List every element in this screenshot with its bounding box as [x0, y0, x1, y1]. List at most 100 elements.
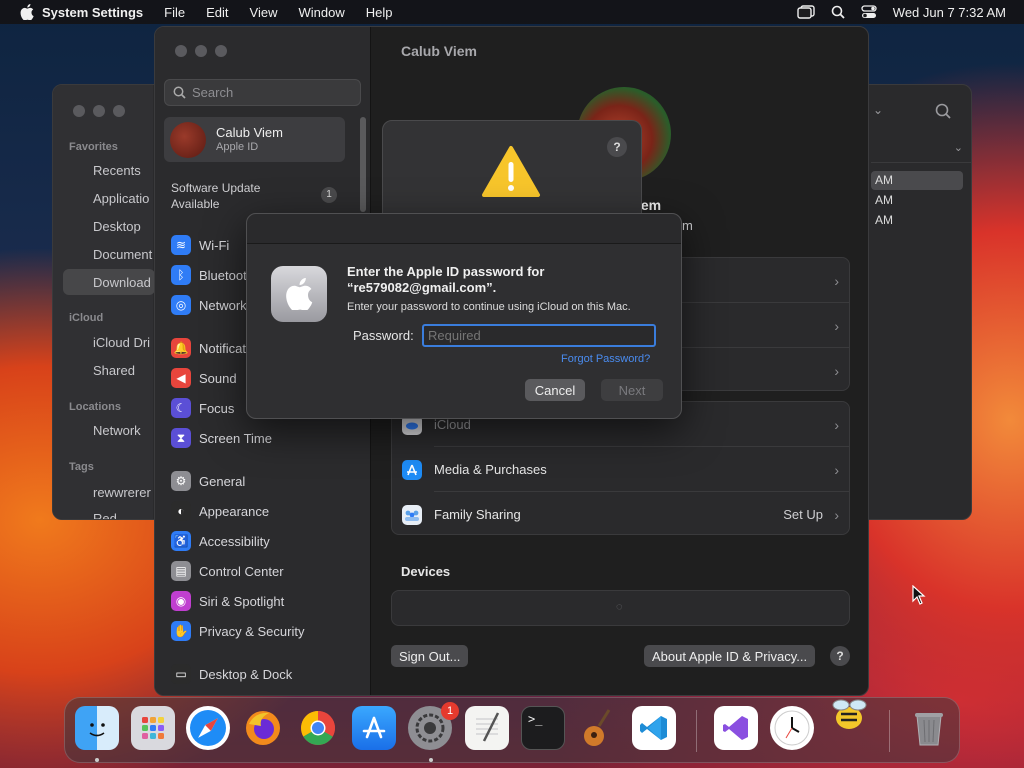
sidebar-item-focus[interactable]: ☾ Focus	[171, 397, 234, 419]
vscode-dock-icon[interactable]	[632, 706, 676, 750]
chrome-dock-icon[interactable]	[296, 706, 340, 750]
sidebar-item-desktop-dock[interactable]: ▭ Desktop & Dock	[171, 663, 292, 685]
finder-item-downloads[interactable]: Download	[93, 275, 151, 290]
finder-item-network[interactable]: Network	[93, 423, 141, 438]
next-button[interactable]: Next	[601, 379, 663, 401]
sidebar-item-screen-time[interactable]: ⧗ Screen Time	[171, 427, 272, 449]
finder-item-documents[interactable]: Document	[93, 247, 152, 262]
sidebar-item-label: Focus	[199, 400, 235, 416]
cyberduck-dock-icon[interactable]	[827, 692, 871, 736]
sidebar-scrollbar[interactable]	[360, 117, 366, 212]
sidebar-item-privacy-security[interactable]: ✋ Privacy & Security	[171, 620, 304, 642]
control-center-icon[interactable]	[861, 5, 877, 19]
dock-icon: ▭	[171, 664, 191, 684]
alert-help-button[interactable]: ?	[607, 137, 627, 157]
sidebar-apple-id-account[interactable]: Calub Viem Apple ID	[164, 117, 345, 162]
finder-search-icon[interactable]	[935, 103, 951, 119]
apple-menu-icon[interactable]	[12, 4, 42, 20]
about-apple-id-button[interactable]: About Apple ID & Privacy...	[644, 645, 816, 667]
firefox-dock-icon[interactable]	[241, 706, 285, 750]
sidebar-item-label: Wi-Fi	[199, 237, 230, 253]
terminal-dock-icon[interactable]: >_	[521, 706, 565, 750]
sidebar-item-appearance[interactable]: ◐ Appearance	[171, 500, 269, 522]
finder-row[interactable]: AM	[871, 171, 963, 190]
apple-logo-icon	[271, 266, 327, 322]
software-update-badge: 1	[321, 187, 337, 203]
chevron-right-icon: ›	[834, 461, 839, 478]
finder-row[interactable]: AM	[871, 191, 963, 210]
account-name: Calub Viem	[216, 125, 283, 140]
finder-item-icloud-drive[interactable]: iCloud Dri	[93, 335, 150, 350]
finder-item-desktop[interactable]: Desktop	[93, 219, 141, 234]
sidebar-item-label: Network	[199, 297, 247, 313]
search-placeholder: Search	[192, 85, 234, 100]
chevron-right-icon: ›	[834, 506, 839, 523]
dock-divider	[889, 710, 890, 752]
stage-manager-icon[interactable]	[797, 5, 815, 19]
finder-dock-icon[interactable]	[75, 706, 119, 750]
sidebar-item-label: General	[199, 473, 246, 489]
appearance-icon: ◐	[171, 501, 191, 521]
warning-icon	[481, 145, 541, 199]
textedit-dock-icon[interactable]	[465, 706, 509, 750]
chevron-right-icon: ›	[834, 272, 839, 289]
forgot-password-link[interactable]: Forgot Password?	[561, 353, 650, 365]
finder-item-recents[interactable]: Recents	[93, 163, 141, 178]
sign-out-button[interactable]: Sign Out...	[391, 645, 469, 667]
menu-view[interactable]: View	[250, 5, 278, 20]
sidebar-item-control-center[interactable]: ▤ Control Center	[171, 560, 284, 582]
menu-clock[interactable]: Wed Jun 7 7:32 AM	[893, 5, 1006, 20]
password-field[interactable]	[422, 324, 656, 347]
finder-tag-red[interactable]: Red	[93, 511, 117, 519]
search-icon	[173, 86, 186, 99]
software-update-item[interactable]: Software Update Available	[171, 180, 311, 212]
spotlight-search-icon[interactable]	[831, 5, 845, 19]
sidebar-item-accessibility[interactable]: ♿ Accessibility	[171, 530, 270, 552]
menu-window[interactable]: Window	[298, 5, 344, 20]
sidebar-item-siri-spotlight[interactable]: ◉ Siri & Spotlight	[171, 590, 284, 612]
sidebar-item-general[interactable]: ⚙ General	[171, 470, 245, 492]
sidebar-item-wi-fi[interactable]: ≋ Wi-Fi	[171, 234, 229, 256]
finder-sort-chevron-icon[interactable]: ⌄	[954, 141, 963, 154]
menu-edit[interactable]: Edit	[206, 5, 228, 20]
menu-help[interactable]: Help	[366, 5, 393, 20]
globe-icon: ◎	[171, 295, 191, 315]
settings-row-family-sharing[interactable]: Family Sharing Set Up ›	[392, 492, 849, 537]
garageband-dock-icon[interactable]	[576, 706, 620, 750]
dock-divider	[696, 710, 697, 752]
finder-row[interactable]: AM	[871, 211, 963, 230]
visual-studio-dock-icon[interactable]	[714, 706, 758, 750]
sidebar-item-network[interactable]: ◎ Network	[171, 294, 247, 316]
dialog-title-bar	[247, 214, 681, 244]
finder-chevron-icon[interactable]: ⌄	[873, 103, 883, 117]
sidebar-item-bluetooth[interactable]: ᛒ Bluetooth	[171, 264, 254, 286]
sidebar-item-label: Screen Time	[199, 430, 272, 446]
dialog-subtitle: Enter your password to continue using iC…	[347, 301, 631, 313]
trash-dock-icon[interactable]	[907, 706, 951, 750]
sidebar-item-sound[interactable]: ◀ Sound	[171, 367, 237, 389]
settings-card-services: iCloud › Media & Purchases › Family Shar…	[391, 401, 850, 535]
accessibility-icon: ♿	[171, 531, 191, 551]
dialog-title: Enter the Apple ID password for “re57908…	[347, 264, 545, 295]
finder-tag-rewwrerer[interactable]: rewwrerer	[93, 485, 151, 500]
launchpad-dock-icon[interactable]	[131, 706, 175, 750]
chevron-right-icon: ›	[834, 317, 839, 334]
cancel-button[interactable]: Cancel	[525, 379, 585, 401]
settings-search-input[interactable]: Search	[164, 79, 361, 106]
settings-window-controls[interactable]	[175, 45, 227, 57]
help-button[interactable]: ?	[830, 646, 850, 666]
menu-file[interactable]: File	[164, 5, 185, 20]
siri-icon: ◉	[171, 591, 191, 611]
speaker-icon: ◀	[171, 368, 191, 388]
sidebar-item-label: Desktop & Dock	[199, 666, 293, 682]
sidebar-item-label: Siri & Spotlight	[199, 593, 285, 609]
devices-heading: Devices	[401, 564, 451, 579]
finder-item-shared[interactable]: Shared	[93, 363, 135, 378]
menu-app-name[interactable]: System Settings	[42, 5, 143, 20]
app-store-dock-icon[interactable]	[352, 706, 396, 750]
finder-item-applications[interactable]: Applicatio	[93, 191, 149, 206]
settings-row-media-purchases[interactable]: Media & Purchases ›	[392, 447, 849, 492]
clock-dock-icon[interactable]	[770, 706, 814, 750]
chevron-right-icon: ›	[834, 416, 839, 433]
safari-dock-icon[interactable]	[186, 706, 230, 750]
